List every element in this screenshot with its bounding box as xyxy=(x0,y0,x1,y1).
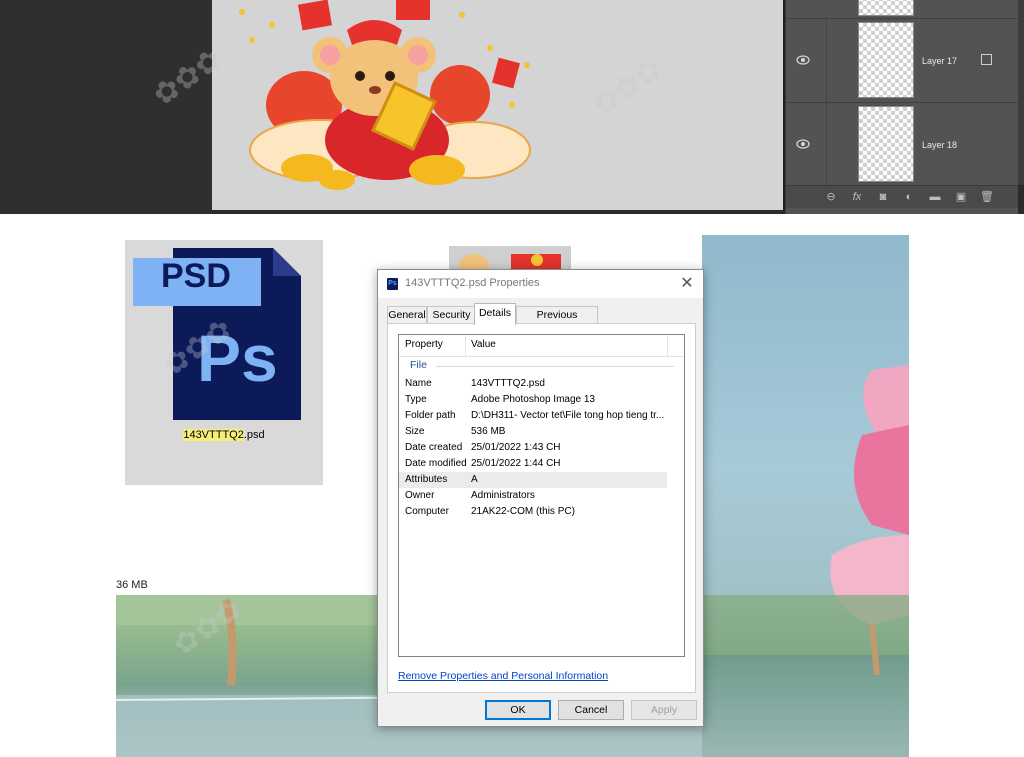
column-divider[interactable] xyxy=(667,336,668,356)
dialog-titlebar[interactable]: Ps 143VTTTQ2.psd Properties ✕ xyxy=(378,270,703,298)
property-row-date-created[interactable]: Date created 25/01/2022 1:43 CH xyxy=(399,440,684,456)
visibility-eye-icon[interactable] xyxy=(796,55,810,65)
property-value: A xyxy=(471,474,478,485)
layers-panel: Layer 17 Layer 18 ⊖ fx ◙ ◐ ▬ ▣ 🗑 xyxy=(785,0,1018,214)
photoshop-window: Layer 17 Layer 18 ⊖ fx ◙ ◐ ▬ ▣ 🗑 xyxy=(0,0,1024,214)
property-name: Date modified xyxy=(405,458,467,469)
layer-row-17[interactable]: Layer 17 xyxy=(786,18,1018,103)
file-name: 143VTTTQ2.psd xyxy=(125,429,323,441)
property-row-owner[interactable]: Owner Administrators xyxy=(399,488,684,504)
list-header: Property Value xyxy=(399,335,684,357)
property-value: 25/01/2022 1:44 CH xyxy=(471,458,561,469)
divider xyxy=(826,102,827,186)
folder-icon[interactable]: ▬ xyxy=(928,190,942,204)
properties-list[interactable]: Property Value File Name 143VTTTQ2.psd T… xyxy=(398,334,685,657)
group-label: File xyxy=(410,359,427,371)
tab-security[interactable]: Security xyxy=(427,306,476,323)
property-row-name[interactable]: Name 143VTTTQ2.psd xyxy=(399,376,684,392)
property-name: Attributes xyxy=(405,474,448,485)
tab-previous-versions[interactable]: Previous Versions xyxy=(516,306,598,337)
fx-icon[interactable]: fx xyxy=(850,190,864,204)
property-row-computer[interactable]: Computer 21AK22-COM (this PC) xyxy=(399,504,684,520)
property-value: 25/01/2022 1:43 CH xyxy=(471,442,561,453)
property-row-attributes[interactable]: Attributes A xyxy=(399,472,667,488)
psd-file-item[interactable]: PSD Ps 143VTTTQ2.psd xyxy=(125,240,323,485)
property-name: Name xyxy=(405,378,432,389)
property-value: 143VTTTQ2.psd xyxy=(471,378,545,389)
mask-icon[interactable]: ◙ xyxy=(876,190,890,204)
property-value: Administrators xyxy=(471,490,535,501)
link-icon[interactable]: ⊖ xyxy=(824,190,838,204)
lotus-photo xyxy=(702,235,909,757)
file-name-highlight: 143VTTTQ2 xyxy=(183,429,244,441)
property-name: Size xyxy=(405,426,425,437)
group-divider xyxy=(436,366,674,367)
details-panel: Property Value File Name 143VTTTQ2.psd T… xyxy=(387,323,696,693)
tab-details[interactable]: Details xyxy=(474,303,516,325)
mouse-illustration xyxy=(239,0,531,190)
properties-dialog: Ps 143VTTTQ2.psd Properties ✕ General Se… xyxy=(377,269,704,727)
layer-row[interactable] xyxy=(786,0,1018,19)
adjustment-icon[interactable]: ◐ xyxy=(902,190,916,204)
new-layer-icon[interactable]: ▣ xyxy=(954,190,968,204)
layer-thumbnail xyxy=(858,106,914,182)
property-row-type[interactable]: Type Adobe Photoshop Image 13 xyxy=(399,392,684,408)
close-button[interactable]: ✕ xyxy=(676,274,698,294)
layers-toolbar: ⊖ fx ◙ ◐ ▬ ▣ 🗑 xyxy=(786,185,1018,208)
layer-thumbnail xyxy=(858,0,914,16)
psd-file-icon: Ps xyxy=(387,278,398,290)
property-name: Folder path xyxy=(405,410,456,421)
workspace-background xyxy=(0,0,212,214)
column-header-value[interactable]: Value xyxy=(465,338,496,352)
divider xyxy=(826,18,827,102)
file-name-ext: .psd xyxy=(243,429,265,441)
property-value: 536 MB xyxy=(471,426,506,437)
layer-thumbnail xyxy=(858,22,914,98)
property-value: Adobe Photoshop Image 13 xyxy=(471,394,595,405)
size-label: 36 MB xyxy=(116,579,148,591)
ok-button[interactable]: OK xyxy=(485,700,551,720)
layer-name: Layer 17 xyxy=(922,56,958,66)
property-row-date-modified[interactable]: Date modified 25/01/2022 1:44 CH xyxy=(399,456,684,472)
property-name: Owner xyxy=(405,490,435,501)
property-name: Type xyxy=(405,394,427,405)
property-name: Computer xyxy=(405,506,449,517)
property-value: D:\DH311- Vector tet\File tong hop tieng… xyxy=(471,410,665,421)
cancel-button[interactable]: Cancel xyxy=(558,700,624,720)
group-header-file[interactable]: File xyxy=(400,358,683,374)
layers-scrollbar[interactable] xyxy=(1018,0,1024,185)
layer-name: Layer 18 xyxy=(922,140,958,150)
property-row-size[interactable]: Size 536 MB xyxy=(399,424,684,440)
psd-label: PSD xyxy=(161,257,231,295)
tab-general[interactable]: General xyxy=(387,306,427,323)
visibility-eye-icon[interactable] xyxy=(796,139,810,149)
column-header-property[interactable]: Property xyxy=(399,338,443,352)
apply-button[interactable]: Apply xyxy=(631,700,697,720)
dialog-title: 143VTTTQ2.psd Properties xyxy=(405,277,540,289)
smart-object-icon xyxy=(981,54,992,65)
remove-properties-link[interactable]: Remove Properties and Personal Informati… xyxy=(398,670,608,682)
ps-logo-text: Ps xyxy=(197,321,278,395)
layer-row-18[interactable]: Layer 18 xyxy=(786,102,1018,187)
property-value: 21AK22-COM (this PC) xyxy=(471,506,575,517)
property-name: Date created xyxy=(405,442,463,453)
trash-icon[interactable]: 🗑 xyxy=(980,190,994,204)
document-canvas[interactable] xyxy=(212,0,785,210)
property-row-folder-path[interactable]: Folder path D:\DH311- Vector tet\File to… xyxy=(399,408,684,424)
